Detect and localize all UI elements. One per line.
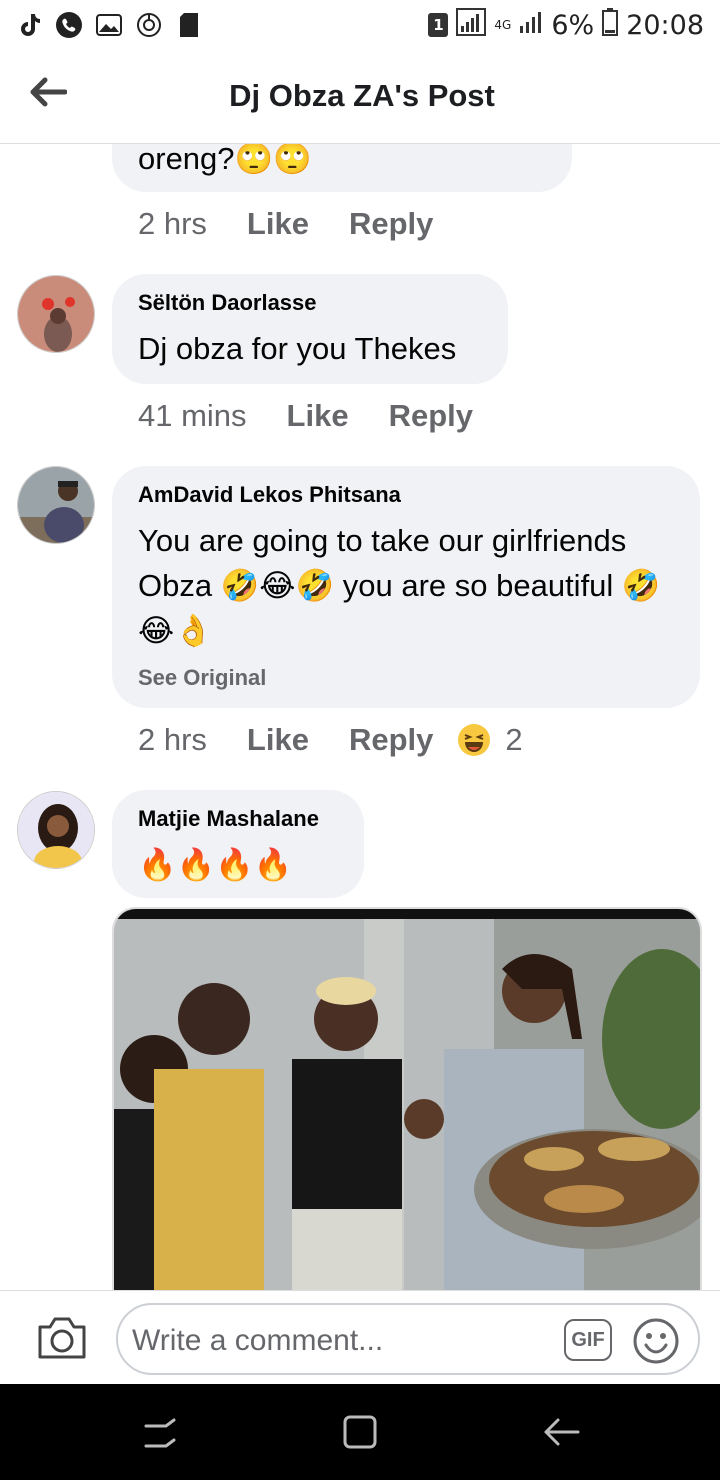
battery-percent: 6%	[551, 9, 595, 41]
recents-button[interactable]	[140, 1412, 180, 1452]
signal-icon	[456, 7, 487, 43]
tiktok-icon	[16, 12, 42, 38]
comment-text: oreng?🙄🙄	[138, 144, 312, 176]
comment-actions: 41 mins Like Reply	[138, 398, 473, 434]
reply-button[interactable]: Reply	[349, 722, 433, 758]
avatar[interactable]	[17, 791, 95, 869]
comment-composer: GIF	[0, 1290, 720, 1384]
network-type: 4G	[494, 18, 512, 32]
recents-icon	[144, 1418, 176, 1448]
clock: 20:08	[626, 9, 704, 41]
home-button[interactable]	[340, 1412, 380, 1452]
reply-button[interactable]: Reply	[389, 398, 473, 434]
home-icon	[343, 1415, 377, 1449]
system-indicators: 1 4G 6% 20:08	[428, 7, 704, 43]
comment-field[interactable]: GIF	[116, 1303, 700, 1375]
sd-card-icon	[176, 12, 202, 38]
reaction-count: 2	[505, 722, 523, 757]
avatar[interactable]	[17, 466, 95, 544]
comment-text: You are going to take our girlfriends Ob…	[138, 523, 661, 648]
emoji-button[interactable]	[632, 1317, 680, 1365]
reaction-summary[interactable]: 2	[457, 722, 523, 758]
phone-icon	[56, 12, 82, 38]
back-nav-button[interactable]	[542, 1412, 582, 1452]
gif-button[interactable]: GIF	[564, 1319, 612, 1361]
notification-icons	[16, 12, 202, 38]
post-header: Dj Obza ZA's Post	[0, 50, 720, 144]
comment-time: 2 hrs	[138, 722, 207, 757]
comment-bubble: AmDavid Lekos Phitsana You are going to …	[112, 466, 700, 708]
smiley-icon	[633, 1318, 679, 1364]
like-button[interactable]: Like	[247, 722, 309, 758]
page-title: Dj Obza ZA's Post	[229, 78, 495, 113]
battery-icon	[602, 7, 619, 43]
gallery-icon	[96, 12, 122, 38]
status-bar: 1 4G 6% 20:08	[0, 0, 720, 50]
comment-bubble: Sëltön Daorlasse Dj obza for you Thekes	[112, 274, 508, 384]
comment-photo[interactable]	[112, 907, 702, 1290]
haha-reaction-icon	[458, 724, 491, 756]
comment-actions: 2 hrs Like Reply 2	[138, 722, 523, 758]
comments-feed[interactable]: oreng?🙄🙄 2 hrs Like Reply Sëltön Daorlas…	[0, 144, 720, 1290]
camera-icon	[38, 1317, 86, 1359]
sim-indicator: 1	[428, 13, 449, 37]
commenter-name[interactable]: AmDavid Lekos Phitsana	[138, 482, 674, 508]
comment-time: 2 hrs	[138, 206, 207, 241]
like-button[interactable]: Like	[247, 206, 309, 242]
comment-input[interactable]	[132, 1323, 552, 1359]
comment-text: Dj obza for you Thekes	[138, 331, 457, 366]
comment-bubble: Matjie Mashalane 🔥🔥🔥🔥	[112, 790, 364, 898]
lens-icon	[136, 12, 162, 38]
reply-button[interactable]: Reply	[349, 206, 433, 242]
comment-bubble: oreng?🙄🙄	[112, 144, 572, 192]
commenter-name[interactable]: Sëltön Daorlasse	[138, 290, 482, 316]
see-original-link[interactable]: See Original	[138, 665, 674, 691]
camera-button[interactable]	[36, 1315, 88, 1363]
like-button[interactable]: Like	[287, 398, 349, 434]
signal-bars-icon	[519, 10, 543, 41]
android-nav-bar	[0, 1384, 720, 1480]
avatar[interactable]	[17, 275, 95, 353]
comment-actions: 2 hrs Like Reply	[138, 206, 433, 242]
back-nav-icon	[544, 1418, 580, 1446]
comment-time: 41 mins	[138, 398, 247, 433]
commenter-name[interactable]: Matjie Mashalane	[138, 806, 338, 832]
comment-text: 🔥🔥🔥🔥	[138, 847, 293, 882]
